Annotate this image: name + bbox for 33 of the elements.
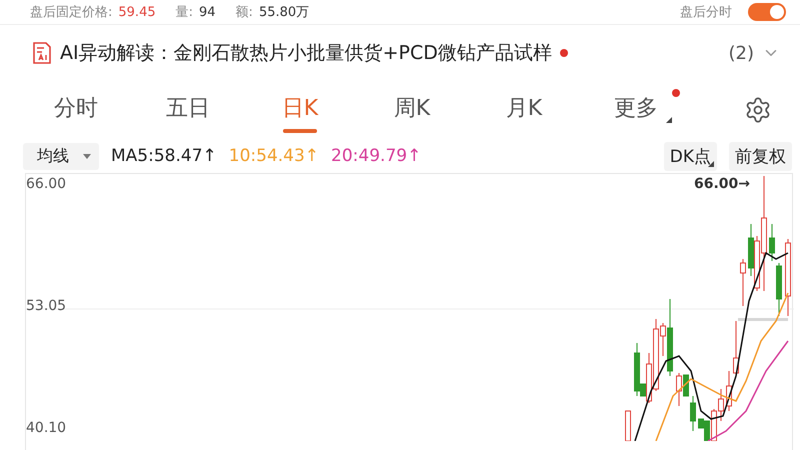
candlestick [740, 258, 746, 306]
toggle-label: 盘后分时 [680, 4, 732, 21]
moving-average-value: 10:54.43↑ [228, 146, 320, 166]
period-tab[interactable]: 更多 [580, 87, 692, 133]
y-axis-label: 53.05 [26, 298, 66, 314]
y-axis-label: 66.00 [26, 176, 66, 192]
field-value: 94 [199, 4, 216, 20]
field-label: 量: [176, 4, 193, 21]
field-value: 59.45 [118, 4, 156, 20]
chart-option-button[interactable]: DK点 [664, 142, 717, 170]
indicator-dropdown[interactable]: 均线 [23, 142, 99, 170]
dropdown-caret-icon [83, 154, 91, 158]
corner-triangle-icon [708, 160, 714, 166]
toggle-switch[interactable] [748, 3, 786, 21]
ai-document-icon [32, 42, 52, 64]
y-axis-label: 40.10 [26, 420, 66, 436]
period-tab[interactable]: 五日 [132, 87, 244, 133]
count-label: (2) [728, 42, 754, 64]
settings-icon[interactable] [744, 96, 772, 124]
ai-summary-text[interactable]: AI异动解读：金刚石散热片小批量供货+PCD微钻产品试样 [60, 40, 552, 66]
field-label: 额: [236, 4, 253, 21]
price-level-marker [738, 318, 788, 321]
moving-average-value: 20:49.79↑ [331, 146, 422, 166]
field-label: 盘后固定价格: [30, 4, 112, 21]
high-price-label: 66.00→ [694, 176, 750, 192]
period-tab[interactable]: 周K [356, 87, 468, 133]
chart-option-button[interactable]: 前复权 [729, 142, 792, 170]
period-tab[interactable]: 月K [468, 87, 580, 133]
candlestick [625, 410, 631, 441]
moving-average-value: MA5:58.47↑ [111, 146, 217, 166]
field-value: 55.80万 [258, 4, 310, 21]
corner-triangle-icon [666, 117, 672, 123]
period-tab[interactable]: 分时 [20, 87, 132, 133]
